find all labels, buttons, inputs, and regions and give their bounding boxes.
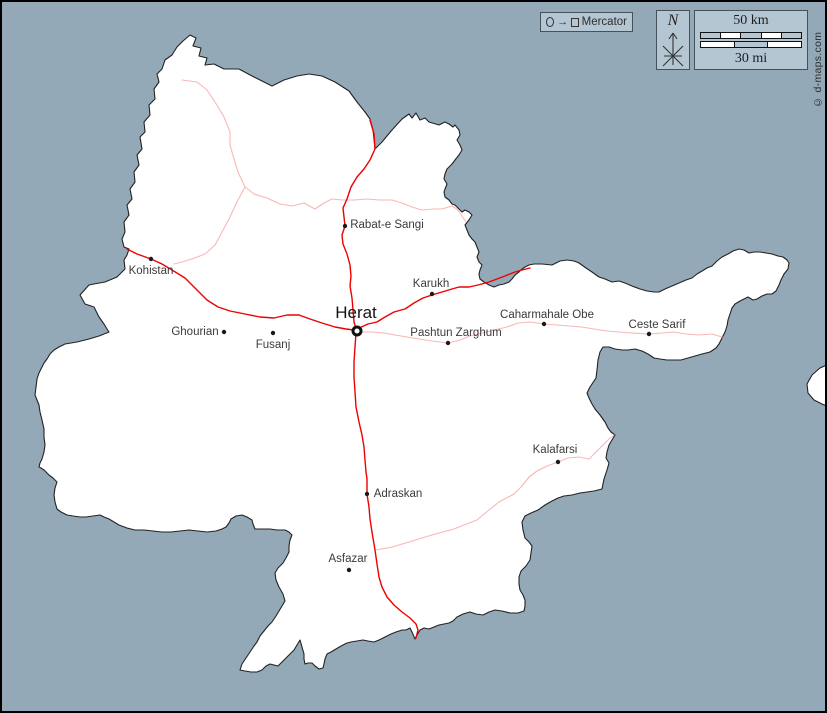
city-marker	[542, 322, 546, 326]
map-canvas: Herat Rabat-e Sangi Kohistan Karukh Ghourian…	[0, 0, 827, 713]
city-label-fusanj: Fusanj	[256, 339, 291, 351]
city-marker	[556, 460, 560, 464]
plane-icon	[571, 18, 578, 27]
city-label-kohistan: Kohistan	[129, 265, 174, 277]
city-marker	[647, 332, 651, 336]
city-label-caharmahale-obe: Caharmahale Obe	[500, 309, 594, 321]
city-label-herat: Herat	[335, 303, 377, 323]
city-marker	[365, 492, 369, 496]
sphere-icon	[546, 17, 554, 27]
city-label-asfazar: Asfazar	[329, 553, 368, 565]
compass-icon	[656, 29, 690, 69]
city-marker	[343, 224, 347, 228]
city-label-ghourian: Ghourian	[171, 326, 218, 338]
city-label-ceste-sarif: Ceste Sarif	[629, 319, 686, 331]
scale-bar-km	[700, 32, 802, 39]
scale-bar: 50 km 30 mi	[694, 10, 808, 70]
city-label-karukh: Karukh	[413, 278, 449, 290]
city-marker	[271, 331, 275, 335]
city-marker	[446, 341, 450, 345]
province-map-svg	[2, 2, 827, 713]
city-marker	[347, 568, 351, 572]
scale-mi-label: 30 mi	[735, 51, 767, 67]
projection-arrow-icon: →	[557, 17, 568, 28]
north-indicator: N	[656, 10, 690, 70]
projection-label: Mercator	[582, 16, 627, 28]
copyright-credit: © d-maps.com	[812, 10, 824, 108]
city-marker	[222, 330, 226, 334]
city-label-pashtun-zarghum: Pashtun Zarghum	[410, 327, 501, 339]
city-marker	[149, 257, 153, 261]
projection-legend: → Mercator	[540, 12, 633, 32]
capital-city-marker	[353, 327, 361, 335]
scale-km-label: 50 km	[733, 13, 768, 29]
province-shape	[35, 35, 827, 672]
city-label-rabat-e-sangi: Rabat-e Sangi	[350, 219, 424, 231]
city-label-adraskan: Adraskan	[374, 488, 423, 500]
city-marker	[430, 292, 434, 296]
scale-bar-mi	[700, 41, 802, 48]
north-label: N	[668, 13, 679, 29]
city-label-kalafarsi: Kalafarsi	[533, 444, 578, 456]
